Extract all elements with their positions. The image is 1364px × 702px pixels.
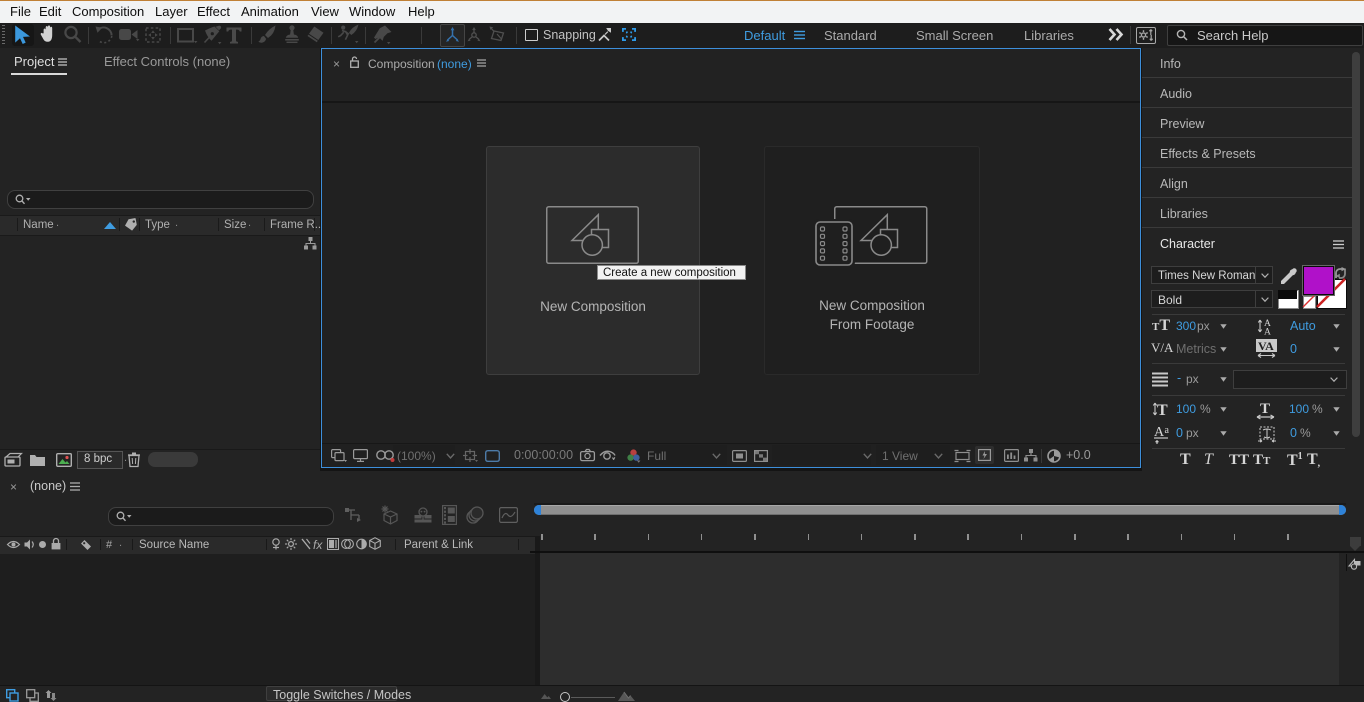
svg-text:T: T (1260, 401, 1270, 417)
svg-text:T: T (1157, 402, 1168, 419)
svg-text:a: a (1165, 425, 1170, 436)
svg-text:A: A (1264, 328, 1271, 338)
